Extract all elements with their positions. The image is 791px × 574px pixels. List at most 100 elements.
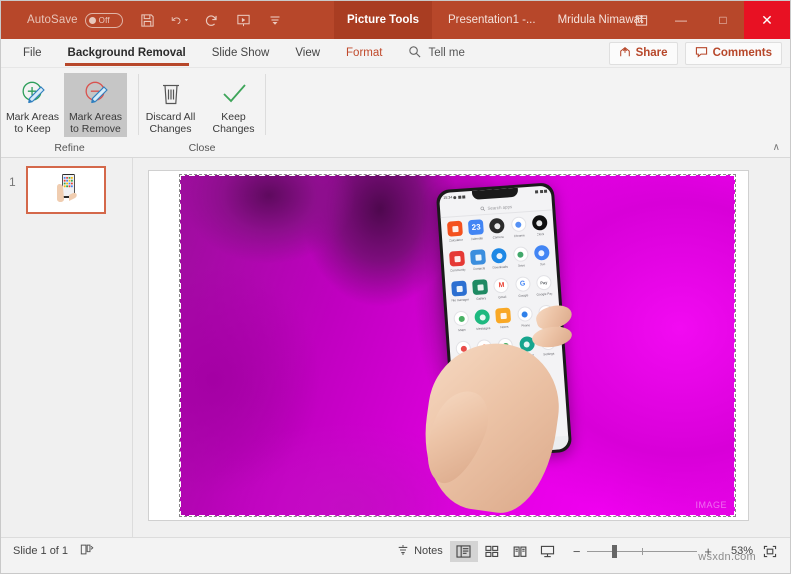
phone-app-duo[interactable]: Duo [531, 244, 554, 275]
phone-app-icon-messages [474, 308, 491, 325]
phone-app-google[interactable]: G Google [512, 276, 535, 307]
phone-app-icon-google-pay: Pay [535, 274, 552, 291]
phone-app-gallery[interactable]: Gallery [469, 279, 492, 310]
phone-app-label: Chrome [513, 232, 525, 238]
phone-app-community[interactable]: Community [446, 250, 469, 281]
tab-format[interactable]: Format [333, 39, 395, 68]
slide-canvas-pane[interactable]: 15:34 Search apps Calculator 23 Calendar… [133, 158, 790, 537]
maximize-button[interactable]: □ [702, 1, 744, 39]
window-controls: — □ ✕ [622, 1, 790, 39]
start-presentation-icon[interactable] [234, 11, 253, 30]
phone-app-icon-google: G [514, 276, 531, 293]
discard-all-changes-button[interactable]: Discard All Changes [139, 73, 202, 137]
keep-changes-button[interactable]: Keep Changes [202, 73, 265, 137]
minus-pen-icon [81, 77, 111, 111]
slide-surface[interactable]: 15:34 Search apps Calculator 23 Calendar… [148, 170, 749, 521]
picture-tools-context-tab[interactable]: Picture Tools [334, 1, 432, 39]
phone-app-icon-clock [531, 214, 548, 231]
normal-view-button[interactable] [449, 540, 478, 562]
phone-app-glyph [521, 310, 528, 318]
phone-app-label: Maps [458, 327, 466, 332]
phone-app-icon-gmail: M [493, 277, 510, 294]
phone-app-glyph [500, 312, 507, 319]
phone-app-phone[interactable]: Phone [514, 306, 537, 337]
ribbon-tab-strip: File Background Removal Slide Show View … [1, 39, 790, 68]
fit-slide-to-window-button[interactable] [758, 541, 782, 561]
phone-app-notes[interactable]: Notes [493, 307, 516, 338]
autosave-control[interactable]: AutoSave Off [27, 12, 123, 28]
phone-app-calendar[interactable]: 23 Calendar [465, 219, 488, 250]
discard-all-changes-label-2: Changes [149, 123, 192, 135]
phone-app-chrome[interactable]: Chrome [507, 216, 530, 247]
battery-icon [543, 189, 548, 193]
phone-app-contacts[interactable]: Contacts [467, 249, 490, 280]
zoom-out-button[interactable]: − [566, 544, 588, 559]
phone-status-right [535, 189, 548, 194]
autosave-toggle-knob [88, 16, 96, 24]
mark-areas-to-keep-label-2: to Keep [14, 123, 51, 135]
tell-me-search[interactable]: Tell me [408, 45, 465, 61]
comments-button[interactable]: Comments [684, 41, 782, 65]
checkmark-icon [220, 77, 248, 111]
selected-picture[interactable]: 15:34 Search apps Calculator 23 Calendar… [179, 174, 736, 517]
status-bar-left: Slide 1 of 1 [13, 543, 94, 559]
phone-app-glyph [536, 219, 543, 226]
phone-app-glyph [494, 222, 501, 229]
plus-pen-icon [18, 77, 48, 111]
reading-view-button[interactable] [506, 541, 534, 562]
customize-qat-icon[interactable] [266, 11, 285, 30]
redo-icon[interactable] [202, 11, 221, 30]
phone-app-drive[interactable]: Drive [509, 246, 532, 277]
tab-file[interactable]: File [10, 39, 55, 68]
thumbnail-row[interactable]: 1 [1, 166, 132, 214]
phone-app-glyph [477, 283, 484, 291]
phone-app-glyph [517, 250, 524, 258]
save-icon[interactable] [138, 11, 157, 30]
phone-search-icon [480, 206, 486, 211]
phone-app-calculator[interactable]: Calculator [444, 220, 467, 251]
phone-app-google-pay[interactable]: Pay Google Pay [533, 274, 556, 305]
phone-app-icon-gallery [472, 279, 489, 296]
notes-button[interactable]: Notes [390, 541, 450, 562]
notes-label: Notes [414, 545, 443, 557]
mark-areas-to-remove-button[interactable]: Mark Areas to Remove [64, 73, 127, 137]
slide-sorter-view-button[interactable] [478, 541, 506, 562]
zoom-slider[interactable]: − + [566, 544, 719, 559]
slide-thumbnail-pane[interactable]: 1 [1, 158, 133, 537]
tab-view[interactable]: View [282, 39, 333, 68]
share-label: Share [635, 47, 668, 59]
slide-show-button[interactable] [534, 541, 562, 562]
phone-app-downloads[interactable]: Downloads [488, 247, 511, 278]
phone-app-glyph [538, 249, 545, 256]
zoom-slider-handle[interactable] [611, 544, 617, 558]
phone-app-clock[interactable]: Clock [529, 214, 552, 246]
tab-background-removal[interactable]: Background Removal [55, 39, 199, 68]
share-icon [619, 46, 631, 61]
ribbon-group-refine-label: Refine [54, 142, 85, 154]
autosave-toggle[interactable]: Off [84, 12, 123, 28]
phone-app-maps[interactable]: Maps [450, 310, 473, 341]
accessibility-checker-icon[interactable] [80, 543, 94, 559]
phone-app-gmail[interactable]: M Gmail [490, 277, 513, 308]
autosave-state-label: Off [98, 15, 110, 25]
mark-areas-to-keep-button[interactable]: Mark Areas to Keep [1, 73, 64, 137]
phone-app-icon-chrome [510, 216, 527, 233]
phone-app-messages[interactable]: Messages [471, 308, 494, 340]
phone-app-icon-camera [489, 217, 506, 234]
phone-app-label: Duo [539, 261, 546, 266]
zoom-slider-track[interactable] [587, 544, 698, 558]
trash-icon [158, 77, 184, 111]
share-button[interactable]: Share [608, 41, 678, 65]
close-button[interactable]: ✕ [744, 1, 790, 39]
slide-indicator[interactable]: Slide 1 of 1 [13, 545, 68, 557]
slide-thumbnail-1[interactable] [26, 166, 106, 214]
phone-app-file-manager[interactable]: File manager [448, 280, 471, 311]
phone-app-icon-maps [453, 310, 470, 327]
keep-changes-label-1: Keep [221, 111, 246, 123]
tab-slide-show[interactable]: Slide Show [199, 39, 283, 68]
ribbon-display-options-icon[interactable] [622, 1, 660, 39]
phone-app-camera[interactable]: Camera [486, 217, 509, 249]
undo-icon[interactable] [170, 11, 189, 30]
collapse-ribbon-icon[interactable]: ∧ [773, 142, 780, 153]
minimize-button[interactable]: — [660, 1, 702, 39]
